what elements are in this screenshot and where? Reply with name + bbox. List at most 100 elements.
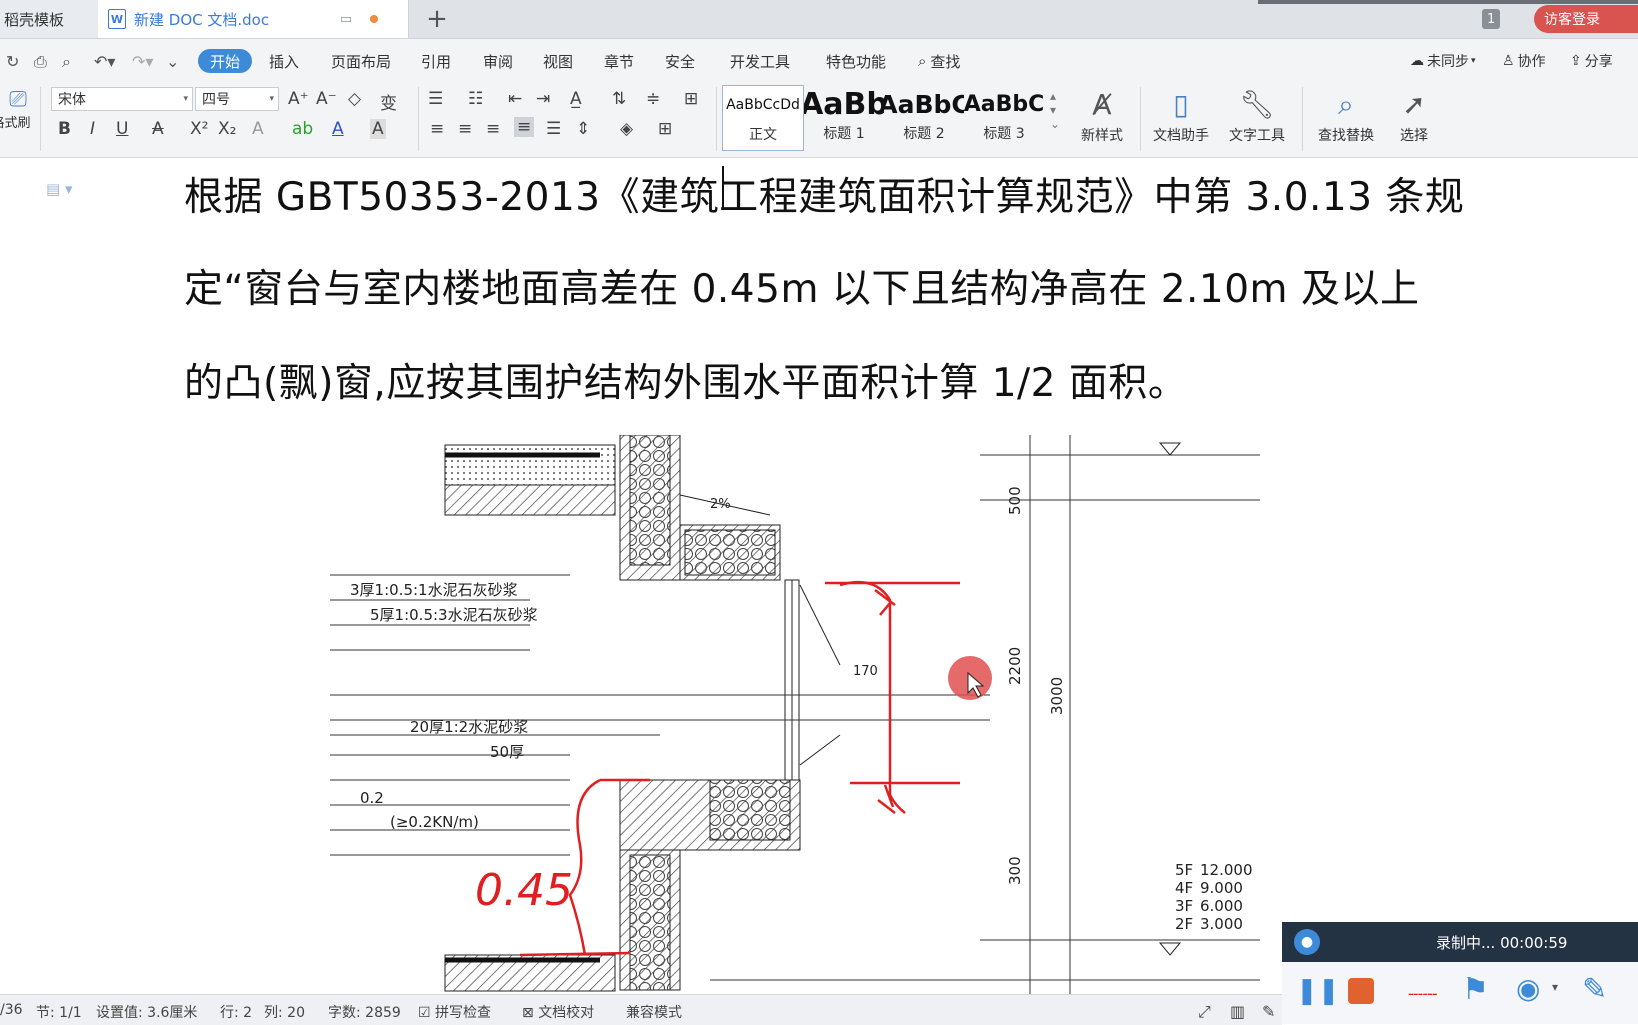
menu-references[interactable]: 引用 (421, 49, 451, 73)
doc-assistant-button[interactable]: ▯ 文档助手 (1148, 85, 1214, 145)
pencil-icon[interactable]: ✎ (1582, 972, 1607, 1007)
select-button[interactable]: ➚ 选择 (1388, 85, 1440, 145)
pause-button[interactable]: ❚❚ (1296, 976, 1340, 1006)
style-heading-1[interactable]: AaBb 标题 1 (804, 85, 884, 149)
doc-proof-button[interactable]: ⊠ 文档校对 (522, 1002, 594, 1022)
word-count[interactable]: 字数: 2859 (328, 1002, 401, 1022)
sync-status[interactable]: ☁ 未同步 ▾ (1410, 49, 1476, 73)
menu-start[interactable]: 开始 (198, 49, 253, 73)
text-effect-icon[interactable]: A (252, 119, 264, 139)
style-preview: AaBbC (964, 91, 1044, 117)
bullet-list-icon[interactable]: ☰ (428, 89, 443, 109)
monitor-icon[interactable]: ▭ (340, 12, 352, 27)
shrink-font-icon[interactable]: A⁻ (316, 89, 337, 109)
bold-icon[interactable]: B (58, 119, 71, 139)
chevron-down-icon[interactable]: ▾ (1552, 980, 1558, 994)
pen-line-icon[interactable]: ------ (1408, 984, 1438, 1003)
text-cursor (722, 166, 724, 208)
collab-button[interactable]: ♙ 协作 (1502, 49, 1546, 73)
line-spacing-icon[interactable]: ≑ (646, 89, 660, 109)
styles-scroll-icon[interactable]: ▴ ▾ ⌄ (1050, 89, 1060, 131)
flag-icon[interactable]: ⚑ (1462, 972, 1489, 1007)
stop-button[interactable] (1348, 978, 1374, 1004)
format-painter-button[interactable]: ⎚ 格式刷 (0, 87, 36, 131)
redo-icon[interactable]: ↻ (6, 52, 19, 71)
strikethrough-icon[interactable]: A (152, 119, 164, 139)
share-button[interactable]: ⇪ 分享 (1570, 49, 1613, 73)
numbered-list-icon[interactable]: ☷ (468, 89, 483, 109)
spell-check-label: 拼写检查 (435, 1005, 492, 1021)
customize-icon[interactable]: ⌄ (166, 52, 179, 71)
phonetic-icon[interactable]: 变 (380, 89, 397, 114)
menu-developer[interactable]: 开发工具 (730, 49, 790, 73)
grow-font-icon[interactable]: A⁺ (288, 89, 309, 109)
window-sash-line (799, 584, 841, 666)
superscript-icon[interactable]: X² (190, 119, 208, 139)
collab-label: 协作 (1517, 54, 1546, 70)
justify-icon[interactable]: ≡ (514, 117, 535, 137)
search-menu[interactable]: ⌕ 查找 (918, 49, 960, 73)
setting-value[interactable]: 设置值: 3.6厘米 (96, 1002, 197, 1022)
style-heading-3[interactable]: AaBbC 标题 3 (964, 85, 1044, 149)
section-drawing-image[interactable]: 2% 3厚1:0.5:1水泥石灰砂浆 5厚1:0.5:3水泥石灰砂浆 20厚1:… (330, 435, 1280, 994)
tab-document[interactable]: W 新建 DOC 文档.doc ▭ (98, 0, 409, 38)
char-shading-icon[interactable]: A (370, 119, 386, 139)
underline-icon[interactable]: U (116, 119, 128, 139)
login-button[interactable]: 访客登录 (1534, 5, 1638, 33)
font-size-select[interactable]: 四号 ▾ (195, 87, 279, 111)
sort-icon[interactable]: ⇅ (612, 89, 626, 109)
webcam-icon[interactable]: ◉ (1516, 972, 1540, 1005)
find-replace-button[interactable]: ⌕ 查找替换 (1310, 85, 1382, 145)
menu-page-layout[interactable]: 页面布局 (331, 49, 391, 73)
clear-format-icon[interactable]: ◇ (348, 89, 361, 109)
font-name-select[interactable]: 宋体 ▾ (51, 87, 193, 111)
italic-icon[interactable]: I (90, 119, 95, 139)
border-icon[interactable]: ⊞ (658, 119, 672, 139)
document-map-icon[interactable]: ▤ ▾ (46, 180, 72, 198)
read-mode-icon[interactable]: ▥ (1230, 1002, 1245, 1021)
menu-chapter[interactable]: 章节 (604, 49, 634, 73)
new-tab-button[interactable]: + (420, 2, 454, 36)
upper-sill-insulation (684, 529, 776, 576)
paragraph-spacing-icon[interactable]: ⇕ (576, 119, 590, 139)
menu-features[interactable]: 特色功能 (826, 49, 886, 73)
menu-view[interactable]: 视图 (543, 49, 573, 73)
paragraph-line-3[interactable]: 的凸(飘)窗,应按其围护结构外围水平面积计算 1/2 面积。 (184, 352, 1187, 408)
redo-icon[interactable]: ↷▾ (132, 52, 153, 71)
print-preview-icon[interactable]: ⌕ (62, 52, 71, 72)
distribute-icon[interactable]: ☰ (546, 119, 561, 139)
subscript-icon[interactable]: X₂ (218, 119, 236, 139)
unsaved-dot-icon (370, 15, 378, 23)
decrease-indent-icon[interactable]: ⇤ (508, 89, 522, 109)
page-indicator[interactable]: /36 (0, 1002, 23, 1018)
tab-template[interactable]: 稻壳模板 (0, 0, 100, 38)
fullscreen-icon[interactable]: ⤢ (1198, 1002, 1211, 1022)
edit-mode-icon[interactable]: ✎ (1262, 1002, 1275, 1021)
text-tools-button[interactable]: 🔧︎ 文字工具 (1220, 85, 1294, 145)
undo-icon[interactable]: ↶▾ (94, 52, 115, 71)
cursor-arrow-icon: ➚ (1402, 88, 1426, 121)
print-icon[interactable]: ⎙ (34, 52, 47, 72)
highlight-icon[interactable]: ab (292, 119, 313, 139)
paragraph-shading-icon[interactable]: ◈ (620, 119, 633, 139)
menu-review[interactable]: 审阅 (483, 49, 513, 73)
style-heading-2[interactable]: AaBbC 标题 2 (884, 85, 964, 149)
menu-security[interactable]: 安全 (665, 49, 695, 73)
align-right-icon[interactable]: ≡ (486, 119, 500, 139)
paragraph-line-2[interactable]: 定“窗台与室内楼地面高差在 0.45m 以下且结构净高在 2.10m 及以上 (184, 258, 1419, 314)
style-normal[interactable]: AaBbCcDd 正文 (722, 85, 804, 151)
paragraph-line-1[interactable]: 根据 GBT50353-2013《建筑工程建筑面积计算规范》中第 3.0.13 … (184, 166, 1464, 222)
new-style-button[interactable]: Ⱥ 新样式 (1070, 85, 1134, 145)
spell-check-button[interactable]: ☑ 拼写检查 (418, 1002, 491, 1022)
align-left-icon[interactable]: ≡ (430, 119, 444, 139)
increase-indent-icon[interactable]: ⇥ (536, 89, 550, 109)
section-indicator[interactable]: 节: 1/1 (36, 1002, 82, 1022)
share-label: 分享 (1584, 54, 1613, 70)
font-color-icon[interactable]: A (332, 119, 344, 139)
window-count-badge[interactable]: 1 (1482, 9, 1501, 29)
table-icon[interactable]: ⊞ (684, 89, 698, 109)
align-center-icon[interactable]: ≡ (458, 119, 472, 139)
divider (40, 87, 41, 151)
menu-insert[interactable]: 插入 (269, 49, 299, 73)
text-direction-icon[interactable]: A̲ (570, 89, 582, 109)
